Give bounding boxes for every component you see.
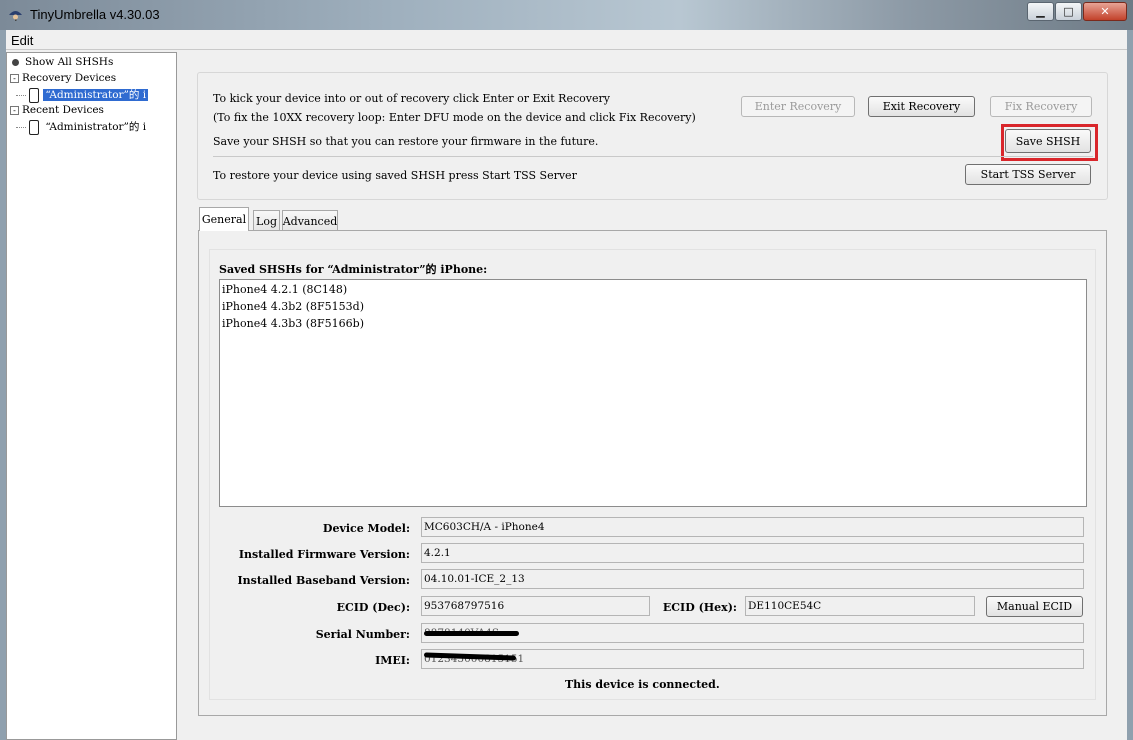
phone-icon xyxy=(29,119,40,135)
maximize-button[interactable]: □ xyxy=(1055,2,1082,21)
menu-edit[interactable]: Edit xyxy=(11,33,33,48)
tree-line xyxy=(16,126,26,128)
tree-item-show-all[interactable]: Show All SHSHs xyxy=(12,56,113,68)
tree-item-label: “Administrator”的 i xyxy=(43,89,149,101)
collapse-icon[interactable]: - xyxy=(10,73,19,83)
tab-log[interactable]: Log xyxy=(253,210,280,231)
general-tab-panel: Saved SHSHs for “Administrator”的 iPhone:… xyxy=(198,230,1107,716)
recovery-instructions: To kick your device into or out of recov… xyxy=(213,92,610,105)
tree-line xyxy=(16,94,26,96)
menu-bar: Edit xyxy=(6,31,1127,50)
tab-general[interactable]: General xyxy=(199,207,249,231)
ecid-dec-field: 953768797516 xyxy=(421,596,650,616)
serial-label: Serial Number: xyxy=(315,628,410,641)
imei-field: 012345000815151 xyxy=(421,649,1084,669)
manual-ecid-button[interactable]: Manual ECID xyxy=(986,596,1083,617)
serial-field: 8878140VA4S xyxy=(421,623,1084,643)
ecid-dec-label: ECID (Dec): xyxy=(336,601,410,614)
tree-item-recovery-device[interactable]: “Administrator”的 i xyxy=(16,87,149,103)
divider xyxy=(213,156,1093,157)
ecid-hex-field: DE110CE54C xyxy=(745,596,975,616)
tree-node-recovery-devices[interactable]: - Recovery Devices xyxy=(10,72,116,84)
firmware-field: 4.2.1 xyxy=(421,543,1084,563)
tss-instructions: To restore your device using saved SHSH … xyxy=(213,169,577,182)
shsh-list-item[interactable]: iPhone4 4.3b2 (8F5153d) xyxy=(222,300,364,313)
tree-node-label: Recovery Devices xyxy=(22,72,117,84)
connection-status: This device is connected. xyxy=(565,678,720,691)
baseband-field: 04.10.01-ICE_2_13 xyxy=(421,569,1084,589)
window-frame-right xyxy=(1127,30,1133,740)
main-panel: To kick your device into or out of recov… xyxy=(180,52,1127,740)
tree-item-recent-device[interactable]: “Administrator”的 i xyxy=(16,119,148,135)
imei-label: IMEI: xyxy=(375,654,410,667)
phone-icon xyxy=(29,87,40,103)
save-shsh-instructions: Save your SHSH so that you can restore y… xyxy=(213,135,599,148)
enter-recovery-button[interactable]: Enter Recovery xyxy=(741,96,855,117)
tree-item-label: Show All SHSHs xyxy=(25,56,114,68)
bullet-icon xyxy=(12,58,19,66)
device-tree: Show All SHSHs - Recovery Devices “Admini… xyxy=(6,52,177,740)
fix-recovery-hint: (To fix the 10XX recovery loop: Enter DF… xyxy=(213,111,696,124)
exit-recovery-button[interactable]: Exit Recovery xyxy=(868,96,975,117)
device-model-label: Device Model: xyxy=(322,522,410,535)
save-shsh-button[interactable]: Save SHSH xyxy=(1005,129,1091,153)
baseband-label: Installed Baseband Version: xyxy=(237,574,410,587)
firmware-label: Installed Firmware Version: xyxy=(238,548,410,561)
app-icon xyxy=(8,7,23,22)
recovery-group: To kick your device into or out of recov… xyxy=(197,72,1108,200)
tree-node-recent-devices[interactable]: - Recent Devices xyxy=(10,104,104,116)
device-model-field: MC603CH/A - iPhone4 xyxy=(421,517,1084,537)
redaction-mark xyxy=(424,631,519,636)
minimize-button[interactable]: ▁ xyxy=(1027,2,1054,21)
tree-node-label: Recent Devices xyxy=(22,104,104,116)
shsh-list-item[interactable]: iPhone4 4.2.1 (8C148) xyxy=(222,283,347,296)
window-title: TinyUmbrella v4.30.03 xyxy=(30,7,160,22)
collapse-icon[interactable]: - xyxy=(10,105,19,115)
general-inner-panel: Saved SHSHs for “Administrator”的 iPhone:… xyxy=(209,249,1096,700)
close-button[interactable]: ✕ xyxy=(1083,2,1127,21)
shsh-list[interactable]: iPhone4 4.2.1 (8C148) iPhone4 4.3b2 (8F51… xyxy=(219,279,1087,507)
fix-recovery-button[interactable]: Fix Recovery xyxy=(990,96,1092,117)
tree-item-label: “Administrator”的 i xyxy=(45,121,147,133)
title-bar: TinyUmbrella v4.30.03 ▁ □ ✕ xyxy=(0,0,1133,30)
shsh-list-item[interactable]: iPhone4 4.3b3 (8F5166b) xyxy=(222,317,364,330)
saved-shsh-title: Saved SHSHs for “Administrator”的 iPhone: xyxy=(219,263,488,276)
start-tss-server-button[interactable]: Start TSS Server xyxy=(965,164,1091,185)
tab-advanced[interactable]: Advanced xyxy=(282,210,338,231)
ecid-hex-label: ECID (Hex): xyxy=(662,601,737,614)
